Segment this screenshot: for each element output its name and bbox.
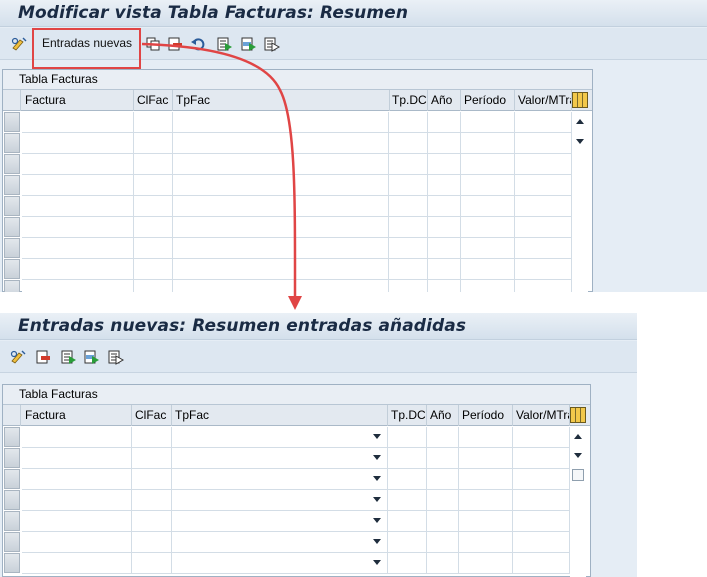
annotation-arrow — [141, 42, 302, 310]
